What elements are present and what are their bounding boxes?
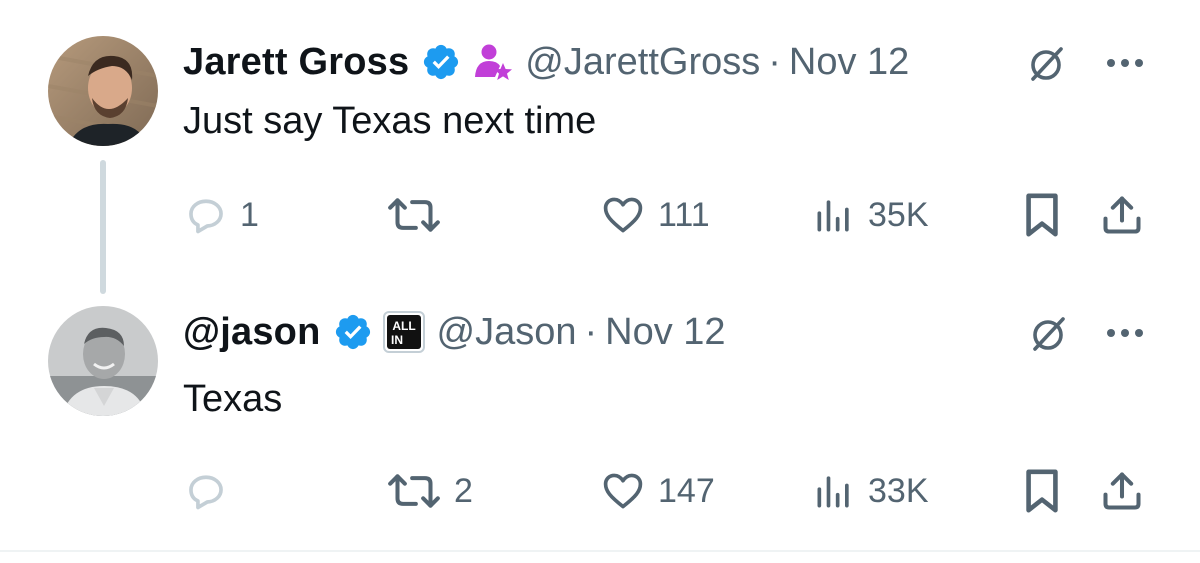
repost-button[interactable] <box>386 190 454 240</box>
share-button[interactable] <box>1100 190 1144 240</box>
reply-button[interactable] <box>184 466 240 516</box>
tweet-header: Jarett Gross @JarettGross · Nov 12 <box>183 34 909 90</box>
repost-count: 2 <box>454 471 473 510</box>
like-count: 111 <box>658 195 710 234</box>
views-button[interactable]: 33K <box>812 466 929 516</box>
more-options-icon[interactable] <box>1100 318 1150 348</box>
reply-icon <box>189 475 223 510</box>
repost-button[interactable]: 2 <box>386 466 473 516</box>
avatar-photo <box>48 306 158 416</box>
svg-text:ALL: ALL <box>392 319 415 333</box>
avatar-photo <box>48 36 158 146</box>
tweet[interactable]: @jason ALL IN @Jason · Nov 12 Texas 2 14… <box>0 300 1200 552</box>
views-button[interactable]: 35K <box>812 190 929 240</box>
like-count: 147 <box>658 471 715 510</box>
tweet-header: @jason ALL IN @Jason · Nov 12 <box>183 304 726 360</box>
grok-icon[interactable] <box>1026 312 1070 356</box>
share-button[interactable] <box>1100 466 1144 516</box>
repost-icon <box>388 198 440 232</box>
views-count: 35K <box>868 195 929 234</box>
action-bar: 1 111 35K <box>0 190 1200 240</box>
verified-badge-icon[interactable] <box>333 312 373 352</box>
heart-icon <box>603 473 643 509</box>
avatar[interactable] <box>48 36 158 146</box>
bookmark-button[interactable] <box>1022 190 1062 240</box>
heart-icon <box>603 197 643 233</box>
tweet-text: Texas <box>183 378 283 420</box>
person-star-icon[interactable] <box>471 41 513 83</box>
views-chart-icon <box>817 476 849 508</box>
like-button[interactable]: 111 <box>600 190 710 240</box>
bookmark-icon <box>1026 469 1058 513</box>
reply-count: 1 <box>240 195 259 234</box>
timestamp[interactable]: Nov 12 <box>789 41 909 84</box>
more-options-icon[interactable] <box>1100 48 1150 78</box>
views-chart-icon <box>817 200 849 232</box>
handle[interactable]: @Jason <box>437 311 577 354</box>
reply-icon <box>189 199 223 234</box>
author-name[interactable]: Jarett Gross <box>183 41 409 84</box>
like-button[interactable]: 147 <box>600 466 715 516</box>
share-icon <box>1103 196 1141 234</box>
bookmark-button[interactable] <box>1022 466 1062 516</box>
verified-badge-icon[interactable] <box>421 42 461 82</box>
avatar[interactable] <box>48 306 158 416</box>
divider <box>0 550 1200 552</box>
svg-text:IN: IN <box>391 333 403 347</box>
dot-separator: · <box>768 40 781 83</box>
tweet-text: Just say Texas next time <box>183 100 597 142</box>
grok-icon[interactable] <box>1024 42 1068 86</box>
timestamp[interactable]: Nov 12 <box>605 311 725 354</box>
reply-button[interactable]: 1 <box>184 190 259 240</box>
handle[interactable]: @JarettGross <box>525 41 760 84</box>
views-count: 33K <box>868 471 929 510</box>
dot-separator: · <box>584 310 598 353</box>
action-bar: 2 147 33K <box>0 466 1200 516</box>
bookmark-icon <box>1026 193 1058 237</box>
repost-icon <box>388 474 440 508</box>
share-icon <box>1103 472 1141 510</box>
all-in-badge-icon[interactable]: ALL IN <box>382 311 425 353</box>
author-name[interactable]: @jason <box>183 311 321 354</box>
tweet[interactable]: Jarett Gross @JarettGross · Nov 12 Just … <box>0 0 1200 300</box>
